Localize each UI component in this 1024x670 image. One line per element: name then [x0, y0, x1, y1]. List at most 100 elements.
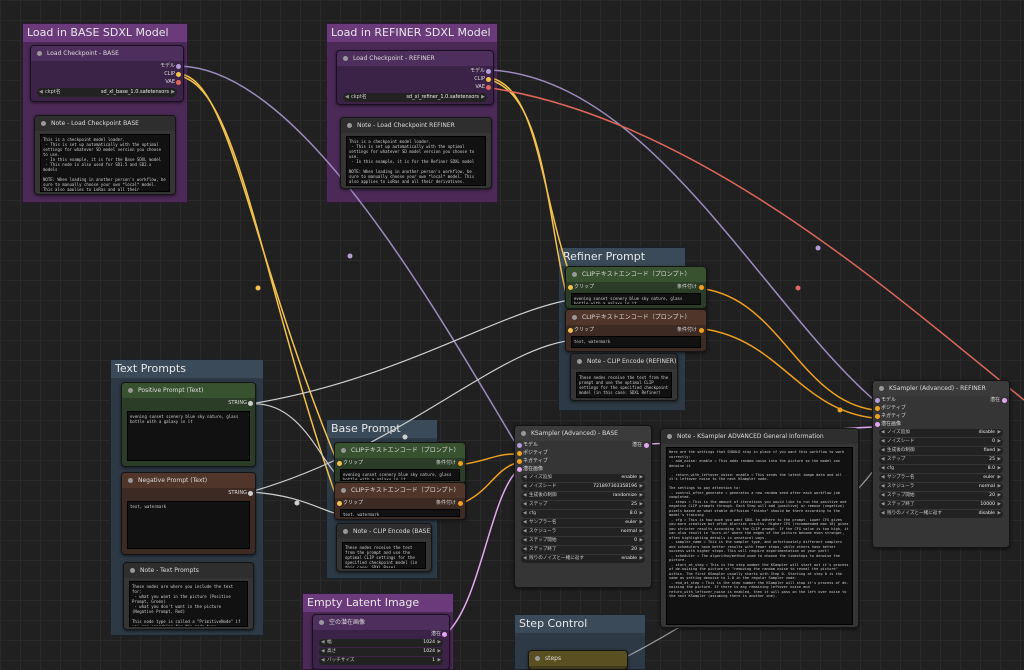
widget-8[interactable]: ◀ ステップ終了 20 ▶ — [521, 546, 645, 554]
widget-2[interactable]: ◀ 生成後の制御 randomize ▶ — [521, 492, 645, 500]
node-clip-encode-refiner-positive[interactable]: CLIPテキストエンコード（プロンプト） クリップ 条件付け evening su… — [565, 266, 707, 309]
node-note-clip-encode-refiner[interactable]: Note - CLIP Encode (REFINER) These nodes… — [570, 353, 678, 401]
note-text[interactable]: This is a checkpoint model loader. - Thi… — [40, 134, 170, 192]
clip-input[interactable]: クリップ 条件付け — [335, 458, 465, 468]
ksampler-refiner-widgets: ◀ ノイズ追加 disable ▶ ◀ ノイズシード 0 ▶ ◀ 生成後の制御 fixed ▶ ◀ ステッ… — [873, 429, 1009, 518]
input-latent[interactable]: 潜在画像 — [873, 420, 1009, 428]
input-negative[interactable]: ネガティブ — [515, 457, 651, 465]
widget-8[interactable]: ◀ ステップ終了 10000 ▶ — [879, 501, 1003, 509]
widget-label: ステップ開始 — [887, 493, 915, 498]
node-empty-latent-image[interactable]: 空の潜在画像 潜在 ◀ 幅 1024 ▶ ◀ 高さ 1024 ▶ ◀ バッチサイズ 1 ▶ — [312, 614, 450, 670]
node-positive-prompt[interactable]: Positive Prompt (Text) STRING evening su… — [121, 382, 256, 467]
prompt-text[interactable]: evening sunset scenery blue sky nature, … — [340, 469, 460, 481]
note-text[interactable]: These nodes receive the text from the pr… — [576, 372, 672, 398]
node-title: KSampler (Advanced) - REFINER — [873, 381, 1009, 396]
note-text[interactable]: This is a checkpoint model loader. - Thi… — [346, 136, 486, 186]
input-positive[interactable]: ポジティブ — [873, 404, 1009, 412]
widget-0[interactable]: ◀ ノイズ追加 enable ▶ — [521, 474, 645, 482]
input-latent[interactable]: 潜在画像 — [515, 465, 651, 473]
input-negative[interactable]: ネガティブ — [873, 412, 1009, 420]
widget-3[interactable]: ◀ ステップ 25 ▶ — [521, 501, 645, 509]
output-string[interactable]: STRING — [122, 398, 255, 408]
node-title: 空の潜在画像 — [313, 615, 449, 630]
node-title: Positive Prompt (Text) — [122, 383, 255, 398]
widget-label: 高さ — [327, 649, 337, 654]
widget-value: 25 — [631, 502, 637, 507]
node-clip-encode-base-positive[interactable]: CLIPテキストエンコード（プロンプト） クリップ 条件付け evening su… — [334, 442, 466, 484]
widget-value: euler — [625, 520, 637, 525]
clip-input[interactable]: クリップ 条件付け — [566, 282, 706, 292]
widget-5[interactable]: ◀ サンプラー名 euler ▶ — [521, 519, 645, 527]
output-string[interactable]: STRING — [122, 488, 255, 498]
output-vae[interactable]: VAE — [31, 77, 183, 87]
widget-4[interactable]: ◀ cfg 8.0 ▶ — [879, 465, 1003, 473]
widget-6[interactable]: ◀ スケジューラ normal ▶ — [521, 528, 645, 536]
node-ksampler-base[interactable]: KSampler (Advanced) - BASE モデル 潜在 ポジティブ ネ… — [514, 425, 652, 588]
widget-value: 0 — [992, 439, 995, 444]
widget-4[interactable]: ◀ cfg 8.0 ▶ — [521, 510, 645, 518]
wire-cond-refiner-pos — [703, 288, 875, 411]
positive-prompt-textarea[interactable]: evening sunset scenery blue sky nature, … — [127, 411, 250, 461]
negative-prompt-textarea[interactable]: text, watermark — [127, 501, 250, 549]
output-vae[interactable]: VAE — [337, 82, 493, 92]
widget-label: ノイズ追加 — [529, 475, 552, 480]
widget-label: ノイズ追加 — [887, 430, 910, 435]
widget-value: normal — [620, 529, 637, 534]
input-positive[interactable]: ポジティブ — [515, 449, 651, 457]
node-clip-encode-base-negative[interactable]: CLIPテキストエンコード（プロンプト） クリップ 条件付け text, wate… — [334, 482, 466, 520]
widget-label: サンプラー名 — [887, 475, 915, 480]
clip-input[interactable]: クリップ 条件付け — [335, 498, 465, 508]
widget-value: 10000 — [980, 502, 995, 507]
node-steps[interactable]: steps — [528, 650, 628, 670]
node-title: Note - Load Checkpoint REFINER — [341, 118, 491, 133]
widget-0[interactable]: ◀ ノイズ追加 disable ▶ — [879, 429, 1003, 437]
clip-input[interactable]: クリップ 条件付け — [566, 325, 706, 335]
widget-label: ステップ — [887, 457, 906, 462]
prompt-text[interactable]: text, watermark — [571, 336, 701, 348]
node-note-ksampler-general[interactable]: Note - KSampler ADVANCED General Informa… — [660, 428, 859, 628]
wire-cond-refiner-neg — [703, 328, 875, 419]
node-canvas[interactable]: Load in BASE SDXL Model Load in REFINER … — [0, 0, 1024, 670]
widget-value: 721897303358196 — [593, 484, 637, 489]
output-latent[interactable]: 潜在 — [313, 630, 449, 638]
widget-1[interactable]: ◀ 高さ 1024 ▶ — [319, 648, 443, 656]
group-title: Text Prompts — [111, 360, 263, 378]
node-ksampler-refiner[interactable]: KSampler (Advanced) - REFINER モデル 潜在 ポジティ… — [872, 380, 1010, 548]
node-note-clip-encode-base[interactable]: Note - CLIP Encode (BASE) These nodes re… — [336, 523, 432, 572]
node-clip-encode-refiner-negative[interactable]: CLIPテキストエンコード（プロンプト） クリップ 条件付け text, wate… — [565, 309, 707, 352]
widget-0[interactable]: ◀ 幅 1024 ▶ — [319, 639, 443, 647]
node-note-text-prompts[interactable]: Note - Text Prompts These nodes are wher… — [123, 562, 254, 630]
node-title: Load Checkpoint - BASE — [31, 46, 183, 61]
note-text[interactable]: These nodes are where you include the te… — [129, 581, 248, 627]
widget-3[interactable]: ◀ ステップ 25 ▶ — [879, 456, 1003, 464]
widget-6[interactable]: ◀ スケジューラ normal ▶ — [879, 483, 1003, 491]
prompt-text[interactable]: evening sunset scenery blue sky nature, … — [571, 293, 701, 305]
widget-1[interactable]: ◀ ノイズシード 0 ▶ — [879, 438, 1003, 446]
widget-5[interactable]: ◀ サンプラー名 euler ▶ — [879, 474, 1003, 482]
widget-9[interactable]: ◀ 残りのノイズと一緒に返す disable ▶ — [879, 510, 1003, 518]
widget-2[interactable]: ◀ 生成後の制御 fixed ▶ — [879, 447, 1003, 455]
note-text[interactable]: These nodes receive the text from the pr… — [342, 542, 426, 569]
node-load-checkpoint-refiner[interactable]: Load Checkpoint - REFINER モデル CLIP VAE ◀… — [336, 50, 494, 105]
widget-1[interactable]: ◀ ノイズシード 721897303358196 ▶ — [521, 483, 645, 491]
wire-string-pos-2 — [249, 298, 576, 405]
prompt-text[interactable]: text, watermark — [340, 509, 460, 517]
widget-7[interactable]: ◀ ステップ開始 0 ▶ — [521, 537, 645, 545]
widget-9[interactable]: ◀ 残りのノイズと一緒に返す enable ▶ — [521, 555, 645, 563]
widget-value: randomize — [612, 493, 637, 498]
widget-7[interactable]: ◀ ステップ開始 20 ▶ — [879, 492, 1003, 500]
widget-value: 25 — [989, 457, 995, 462]
input-model[interactable]: モデル 潜在 — [515, 441, 651, 449]
input-model[interactable]: モデル 潜在 — [873, 396, 1009, 404]
note-text[interactable]: Here are the settings that SHOULD stay i… — [666, 447, 853, 625]
ckpt-select[interactable]: ◀ ckpt名 sd_xl_refiner_1.0.safetensors ▶ — [343, 93, 487, 102]
widget-2[interactable]: ◀ バッチサイズ 1 ▶ — [319, 657, 443, 665]
node-title: CLIPテキストエンコード（プロンプト） — [335, 443, 465, 458]
node-negative-prompt[interactable]: Negative Prompt (Text) STRING text, wate… — [121, 472, 256, 555]
node-load-checkpoint-base[interactable]: Load Checkpoint - BASE モデル CLIP VAE ◀ ckp… — [30, 45, 184, 102]
node-note-load-checkpoint-refiner[interactable]: Note - Load Checkpoint REFINER This is a… — [340, 117, 492, 189]
widget-value: disable — [978, 430, 995, 435]
ckpt-select[interactable]: ◀ ckpt名 sd_xl_base_1.0.safetensors ▶ — [37, 88, 177, 97]
node-title: steps — [529, 651, 627, 666]
node-note-load-checkpoint-base[interactable]: Note - Load Checkpoint BASE This is a ch… — [34, 115, 176, 195]
